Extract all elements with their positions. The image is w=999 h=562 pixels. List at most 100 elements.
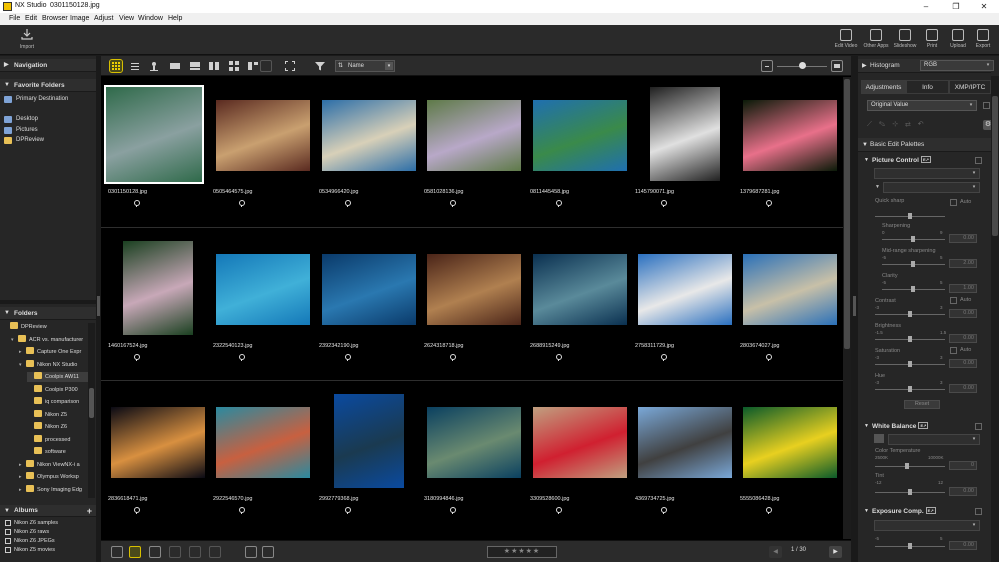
folder-tree-item[interactable]: Nikon Z5 [27,409,67,420]
scrollbar-thumb[interactable] [844,79,850,349]
folder-tree-scrollbar[interactable] [88,323,95,498]
picture-control-header[interactable]: ▼ Picture Control E↗ [862,155,986,166]
thumbnail-cell[interactable]: 5555086428.jpg [738,394,842,534]
thumbnail-cell[interactable]: 2992779368.jpg [317,394,421,534]
favorite-dpreview[interactable]: DPReview [4,136,44,145]
thumbnail-cell[interactable]: 3309528600.jpg [528,394,632,534]
retouch-tool-icon[interactable]: ⊹ [892,121,905,128]
slider-handle[interactable] [908,386,912,392]
color-temperature-slider[interactable] [875,466,945,467]
folder-tree-item[interactable]: Nikon Z6 [27,422,67,432]
sort-order-select[interactable]: ⇅ Name ▾ [335,60,395,72]
tone-icon[interactable] [209,546,221,558]
menu-edit[interactable]: Edit [25,15,37,22]
slider-handle[interactable] [911,236,915,242]
menu-help[interactable]: Help [168,15,182,22]
close-button[interactable]: ✕ [970,0,998,13]
folder-tree-item[interactable]: software [27,447,66,457]
folder-tree-item[interactable]: ▾ ACR vs. manufacturer [11,334,83,345]
menu-adjust[interactable]: Adjust [94,15,113,22]
thumbnail-cell[interactable]: 1460167524.jpg [106,241,210,381]
thumbnail-image[interactable] [743,407,837,478]
version-checkbox[interactable] [983,102,990,109]
thumbnail-image[interactable] [104,85,204,184]
thumbnail-cell[interactable]: 2922546570.jpg [211,394,315,534]
filmstrip-view-icon[interactable] [189,60,201,72]
slider-value[interactable]: 0.00 [949,309,977,318]
slider-value[interactable]: 0.00 [949,234,977,243]
menu-window[interactable]: Window [138,15,163,22]
white-balance-select[interactable]: ▾ [888,434,980,445]
brush-tool-icon[interactable]: ✎ [879,121,892,128]
white-balance-checkbox[interactable] [975,423,982,430]
next-page-button[interactable]: ▶ [829,546,842,558]
thumbnail-image[interactable] [743,254,837,325]
folder-tree-item[interactable]: Coolpix AW11 [27,372,88,382]
thumbnail-cell[interactable]: 0301150128.jpg [104,85,210,227]
filter-icon[interactable] [314,60,326,72]
folder-tree-item[interactable]: ▸ Nikon ViewNX-i a [19,459,80,470]
left-panel-splitter[interactable] [0,300,96,304]
before-after-view-icon[interactable] [247,60,259,72]
exposure-select[interactable]: ▾ [874,520,980,531]
minimize-button[interactable]: – [912,0,940,13]
thumbnail-cell[interactable]: 0505464575.jpg [211,87,315,227]
thumbnail-image[interactable] [322,100,416,171]
thumbnail-image[interactable] [650,87,720,181]
thumbnail-cell[interactable]: 0581028136.jpg [422,87,526,227]
folder-tree-item[interactable]: DPReview [3,322,47,332]
grid-overlay-icon[interactable] [169,546,181,558]
zoom-out-button[interactable] [761,60,773,72]
slider-value[interactable]: 0.00 [949,359,977,368]
thumbnail-image[interactable] [533,254,627,325]
thumbnail-image[interactable] [123,241,193,335]
scrollbar-thumb[interactable] [992,96,998,236]
right-panel-scrollbar[interactable] [991,76,999,562]
exposure-value[interactable]: 0.00 [949,541,977,550]
slider-handle[interactable] [911,261,915,267]
undo-tool-icon[interactable]: ↶ [918,121,931,128]
folder-tree-item[interactable]: ▸ Capture One Expr [19,347,81,357]
auto-checkbox[interactable] [950,347,957,354]
compare-four-view-icon[interactable] [228,60,240,72]
chevron-right-icon[interactable]: ▸ [19,347,26,357]
albums-header[interactable]: ▼ Albums + [0,505,96,517]
slider-value[interactable]: 0.00 [949,384,977,393]
slider-value[interactable]: 0.00 [949,334,977,343]
navigation-header[interactable]: ▶ Navigation [0,59,96,72]
other-apps-button[interactable]: Other Apps [861,28,891,54]
thumbnail-image[interactable] [533,100,627,171]
crop-tool-icon[interactable]: ⟋ [867,121,879,128]
slider-handle[interactable] [799,62,806,69]
album-item[interactable]: Nikon Z6 JPEGs [5,537,55,545]
single-image-view-icon[interactable] [169,60,181,72]
slider-handle[interactable] [905,463,909,469]
tint-value[interactable]: 0.00 [949,487,977,496]
color-temperature-value[interactable]: 0 [949,461,977,470]
album-item[interactable]: Nikon Z6 samples [5,519,58,527]
compare-icon[interactable] [189,546,201,558]
thumbnail-cell[interactable]: 2392342190.jpg [317,241,421,381]
favorites-header[interactable]: ▼ Favorite Folders [0,79,96,92]
thumbnail-cell[interactable]: 2758311729.jpg [633,241,737,381]
thumbnail-cell[interactable]: 2624318718.jpg [422,241,526,381]
auto-checkbox[interactable] [950,199,957,206]
scrollbar-thumb[interactable] [89,388,94,418]
thumbnail-image[interactable] [427,254,521,325]
list-view-icon[interactable] [129,60,141,72]
thumbnail-image[interactable] [216,254,310,325]
thumbnail-image[interactable] [334,394,404,488]
exposure-checkbox[interactable] [975,508,982,515]
reset-button[interactable]: Reset [904,400,940,409]
slider-handle[interactable] [908,543,912,549]
thumbnail-cell[interactable]: 2803674027.jpg [738,241,842,381]
exposure-comp-header[interactable]: ▼ Exposure Comp. E↗ [862,506,986,517]
favorite-primary-destination[interactable]: Primary Destination [4,95,68,104]
slider-handle[interactable] [911,286,915,292]
folders-header[interactable]: ▼ Folders [0,307,96,320]
slider-handle[interactable] [908,213,912,219]
slider-value[interactable]: 1.00 [949,284,977,293]
histogram-channel-select[interactable]: RGB ▾ [920,60,994,71]
album-item[interactable]: Nikon Z6 raws [5,528,49,536]
version-select[interactable]: Original Value ▾ [867,100,977,111]
